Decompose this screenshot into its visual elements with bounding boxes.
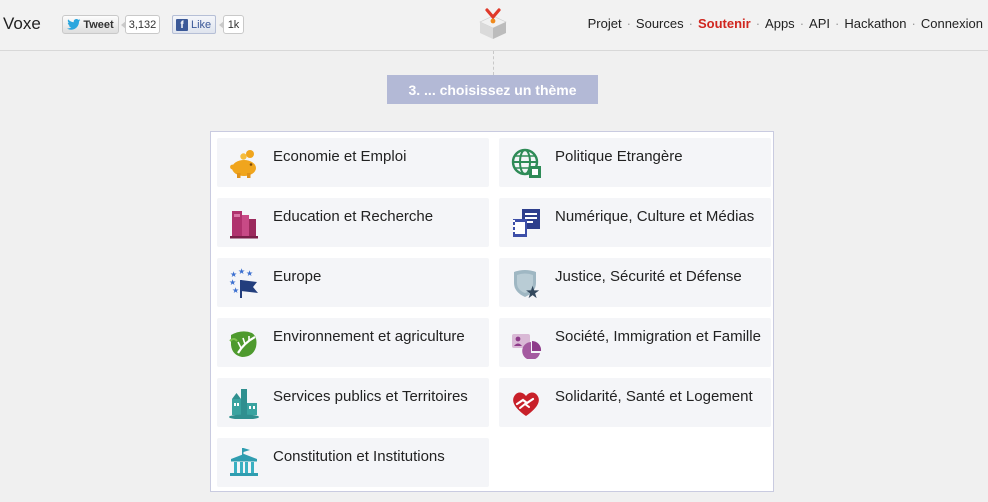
theme-services-publics[interactable]: Services publics et Territoires [217,378,489,427]
connector-line [493,51,494,75]
shield-icon: ★ [514,270,540,299]
theme-constitution[interactable]: Constitution et Institutions [217,438,489,487]
nav-hackathon[interactable]: Hackathon [844,16,906,31]
theme-label: Economie et Emploi [273,148,407,165]
nav-sources[interactable]: Sources [636,16,684,31]
leaf-icon [229,331,257,357]
piggy-bank-icon [230,150,256,178]
main-nav: Projet · Sources · Soutenir · Apps · API… [587,16,983,31]
nav-soutenir[interactable]: Soutenir [698,16,751,31]
themes-panel: Economie et Emploi Politique Etrangère E… [210,131,774,492]
nav-connexion[interactable]: Connexion [921,16,983,31]
like-count: 1k [219,15,244,34]
theme-justice[interactable]: ★ Justice, Sécurité et Défense [499,258,771,307]
theme-economie[interactable]: Economie et Emploi [217,138,489,187]
brand-name[interactable]: Voxe [3,14,41,34]
institution-icon [230,448,258,476]
step-title: 3. ... choisissez un thème [387,75,598,104]
eu-flag-icon: ★ ★ ★ ★ ★ [229,267,258,298]
tweet-button[interactable]: Tweet [62,15,119,34]
society-icon [512,334,542,359]
theme-environnement[interactable]: Environnement et agriculture [217,318,489,367]
theme-label: Solidarité, Santé et Logement [555,388,753,405]
tweet-label: Tweet [83,18,114,31]
svg-text:★: ★ [238,267,245,276]
facebook-icon: f [176,18,188,31]
theme-label: Education et Recherche [273,208,434,225]
svg-text:★: ★ [525,283,540,299]
nav-projet[interactable]: Projet [588,16,622,31]
facebook-like-button[interactable]: f Like [172,15,216,34]
theme-label: Environnement et agriculture [273,328,465,345]
books-icon [230,211,258,239]
theme-label: Numérique, Culture et Médias [555,208,755,225]
like-label: Like [191,18,212,31]
theme-europe[interactable]: ★ ★ ★ ★ ★ Europe [217,258,489,307]
theme-societe[interactable]: Société, Immigration et Famille [499,318,771,367]
tweet-count: 3,132 [121,15,160,34]
heart-hands-icon [513,392,539,416]
nav-api[interactable]: API [809,16,830,31]
svg-text:★: ★ [232,286,239,295]
twitter-bird-icon [67,19,81,30]
theme-label: Politique Etrangère [555,148,683,165]
theme-solidarite[interactable]: Solidarité, Santé et Logement [499,378,771,427]
top-bar: Voxe Tweet 3,132 f Like 1k Projet · Sour… [0,0,988,51]
media-icon [513,209,540,237]
svg-text:★: ★ [246,269,253,278]
city-icon [229,389,259,419]
theme-label: Europe [273,268,322,285]
theme-label: Justice, Sécurité et Défense [555,268,742,285]
theme-label: Société, Immigration et Famille [555,328,761,345]
globe-icon [511,148,541,178]
theme-education[interactable]: Education et Recherche [217,198,489,247]
theme-label: Services publics et Territoires [273,388,468,405]
theme-label: Constitution et Institutions [273,448,445,465]
voxe-logo-icon[interactable] [479,8,507,40]
theme-numerique[interactable]: Numérique, Culture et Médias [499,198,771,247]
nav-apps[interactable]: Apps [765,16,795,31]
theme-politique-etrangere[interactable]: Politique Etrangère [499,138,771,187]
